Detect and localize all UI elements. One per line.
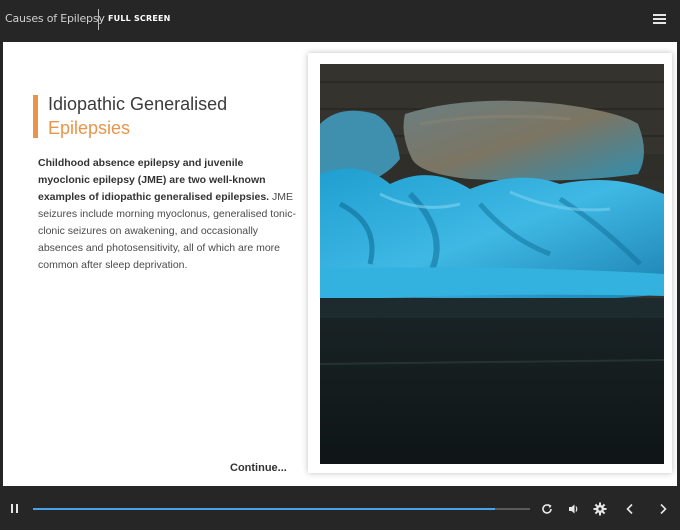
slide-stage: Idiopathic Generalised Epilepsies Childh… [3, 42, 677, 486]
hamburger-menu-icon[interactable] [653, 13, 667, 25]
seek-bar-progress [33, 508, 496, 510]
next-chevron-icon[interactable] [656, 501, 670, 515]
heading-line-2: Epilepsies [48, 118, 131, 138]
image-frame [308, 53, 672, 473]
continue-link[interactable]: Continue... [230, 462, 287, 474]
previous-chevron-icon[interactable] [623, 501, 637, 515]
heading-accent-bar [33, 95, 38, 138]
top-bar: Causes of Epilepsy FULL SCREEN [0, 0, 680, 40]
course-title: Causes of Epilepsy [5, 12, 105, 25]
seek-bar[interactable] [33, 508, 530, 510]
slide-heading: Idiopathic Generalised Epilepsies [48, 92, 308, 140]
slide-body-text: Childhood absence epilepsy and juvenile … [38, 155, 296, 274]
volume-icon[interactable] [567, 501, 581, 515]
body-text-regular: JME seizures include morning myoclonus, … [38, 191, 296, 271]
pause-icon[interactable] [10, 504, 20, 514]
body-text-bold: Childhood absence epilepsy and juvenile … [38, 157, 270, 203]
full-screen-button[interactable]: FULL SCREEN [108, 14, 171, 23]
player-controls [0, 486, 680, 530]
title-divider [98, 9, 99, 30]
replay-icon[interactable] [540, 501, 554, 515]
heading-line-1: Idiopathic Generalised [48, 94, 228, 114]
unmade-bed-photo [320, 64, 664, 464]
settings-gear-icon[interactable] [593, 501, 607, 516]
